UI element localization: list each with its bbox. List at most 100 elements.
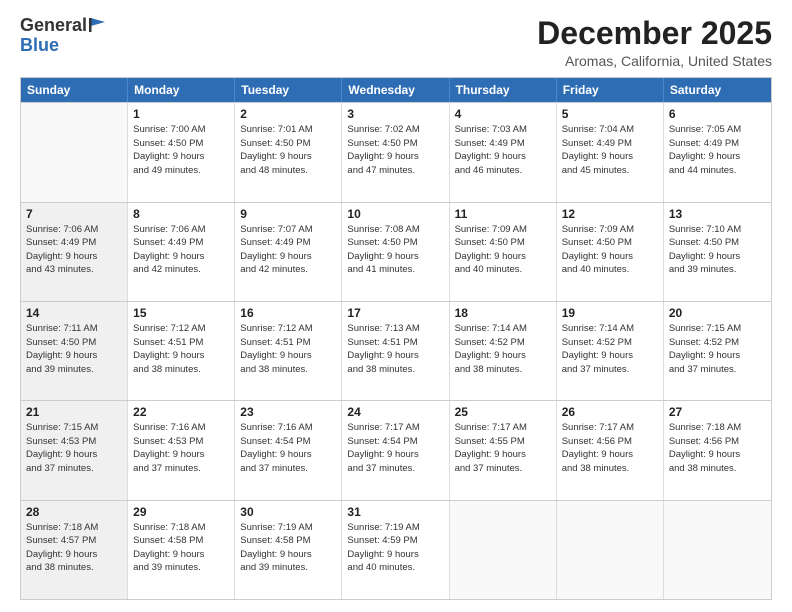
day-info: Sunrise: 7:18 AM Sunset: 4:56 PM Dayligh… bbox=[669, 422, 741, 474]
page: General Blue December 2025 Aromas, Calif… bbox=[0, 0, 792, 612]
day-info: Sunrise: 7:14 AM Sunset: 4:52 PM Dayligh… bbox=[455, 323, 527, 375]
day-info: Sunrise: 7:02 AM Sunset: 4:50 PM Dayligh… bbox=[347, 124, 419, 176]
day-number: 30 bbox=[240, 504, 336, 520]
day-info: Sunrise: 7:15 AM Sunset: 4:53 PM Dayligh… bbox=[26, 422, 98, 474]
day-cell-2: 2 Sunrise: 7:01 AM Sunset: 4:50 PM Daylig… bbox=[235, 103, 342, 201]
day-number: 4 bbox=[455, 106, 551, 122]
week-row-3: 14 Sunrise: 7:11 AM Sunset: 4:50 PM Dayli… bbox=[21, 301, 771, 400]
header: General Blue December 2025 Aromas, Calif… bbox=[20, 16, 772, 69]
day-cell-24: 24Sunrise: 7:17 AM Sunset: 4:54 PM Dayli… bbox=[342, 401, 449, 499]
day-cell-9: 9Sunrise: 7:07 AM Sunset: 4:49 PM Daylig… bbox=[235, 203, 342, 301]
day-cell-5: 5 Sunrise: 7:04 AM Sunset: 4:49 PM Daylig… bbox=[557, 103, 664, 201]
day-cell-7: 7 Sunrise: 7:06 AM Sunset: 4:49 PM Daylig… bbox=[21, 203, 128, 301]
day-number: 10 bbox=[347, 206, 443, 222]
logo-flag-icon bbox=[89, 18, 107, 32]
day-cell-20: 20 Sunrise: 7:15 AM Sunset: 4:52 PM Dayli… bbox=[664, 302, 771, 400]
header-day-monday: Monday bbox=[128, 78, 235, 102]
calendar-header: SundayMondayTuesdayWednesdayThursdayFrid… bbox=[21, 78, 771, 102]
day-cell-16: 16Sunrise: 7:12 AM Sunset: 4:51 PM Dayli… bbox=[235, 302, 342, 400]
week-row-4: 21 Sunrise: 7:15 AM Sunset: 4:53 PM Dayli… bbox=[21, 400, 771, 499]
empty-cell bbox=[557, 501, 664, 599]
day-cell-17: 17Sunrise: 7:13 AM Sunset: 4:51 PM Dayli… bbox=[342, 302, 449, 400]
title-block: December 2025 Aromas, California, United… bbox=[537, 16, 772, 69]
day-cell-1: 1 Sunrise: 7:00 AM Sunset: 4:50 PM Daylig… bbox=[128, 103, 235, 201]
day-info: Sunrise: 7:04 AM Sunset: 4:49 PM Dayligh… bbox=[562, 124, 634, 176]
day-number: 9 bbox=[240, 206, 336, 222]
day-number: 26 bbox=[562, 404, 658, 420]
empty-cell bbox=[450, 501, 557, 599]
day-cell-10: 10 Sunrise: 7:08 AM Sunset: 4:50 PM Dayli… bbox=[342, 203, 449, 301]
day-info: Sunrise: 7:00 AM Sunset: 4:50 PM Dayligh… bbox=[133, 124, 205, 176]
day-number: 14 bbox=[26, 305, 122, 321]
day-cell-11: 11 Sunrise: 7:09 AM Sunset: 4:50 PM Dayli… bbox=[450, 203, 557, 301]
day-info: Sunrise: 7:09 AM Sunset: 4:50 PM Dayligh… bbox=[455, 224, 527, 276]
header-day-friday: Friday bbox=[557, 78, 664, 102]
day-number: 21 bbox=[26, 404, 122, 420]
header-day-saturday: Saturday bbox=[664, 78, 771, 102]
day-cell-8: 8 Sunrise: 7:06 AM Sunset: 4:49 PM Daylig… bbox=[128, 203, 235, 301]
day-number: 22 bbox=[133, 404, 229, 420]
day-number: 23 bbox=[240, 404, 336, 420]
day-number: 1 bbox=[133, 106, 229, 122]
day-info: Sunrise: 7:06 AM Sunset: 4:49 PM Dayligh… bbox=[26, 224, 98, 276]
header-day-thursday: Thursday bbox=[450, 78, 557, 102]
week-row-2: 7 Sunrise: 7:06 AM Sunset: 4:49 PM Daylig… bbox=[21, 202, 771, 301]
empty-cell bbox=[21, 103, 128, 201]
day-cell-30: 30 Sunrise: 7:19 AM Sunset: 4:58 PM Dayli… bbox=[235, 501, 342, 599]
day-number: 16 bbox=[240, 305, 336, 321]
calendar: SundayMondayTuesdayWednesdayThursdayFrid… bbox=[20, 77, 772, 600]
day-info: Sunrise: 7:18 AM Sunset: 4:58 PM Dayligh… bbox=[133, 522, 205, 574]
day-number: 20 bbox=[669, 305, 766, 321]
day-cell-29: 29 Sunrise: 7:18 AM Sunset: 4:58 PM Dayli… bbox=[128, 501, 235, 599]
day-number: 8 bbox=[133, 206, 229, 222]
day-info: Sunrise: 7:05 AM Sunset: 4:49 PM Dayligh… bbox=[669, 124, 741, 176]
day-info: Sunrise: 7:16 AM Sunset: 4:53 PM Dayligh… bbox=[133, 422, 205, 474]
day-number: 13 bbox=[669, 206, 766, 222]
day-cell-27: 27 Sunrise: 7:18 AM Sunset: 4:56 PM Dayli… bbox=[664, 401, 771, 499]
day-cell-12: 12Sunrise: 7:09 AM Sunset: 4:50 PM Dayli… bbox=[557, 203, 664, 301]
day-number: 2 bbox=[240, 106, 336, 122]
week-row-5: 28Sunrise: 7:18 AM Sunset: 4:57 PM Dayli… bbox=[21, 500, 771, 599]
day-cell-6: 6 Sunrise: 7:05 AM Sunset: 4:49 PM Daylig… bbox=[664, 103, 771, 201]
day-number: 25 bbox=[455, 404, 551, 420]
day-cell-31: 31 Sunrise: 7:19 AM Sunset: 4:59 PM Dayli… bbox=[342, 501, 449, 599]
day-cell-21: 21 Sunrise: 7:15 AM Sunset: 4:53 PM Dayli… bbox=[21, 401, 128, 499]
empty-cell bbox=[664, 501, 771, 599]
day-cell-4: 4 Sunrise: 7:03 AM Sunset: 4:49 PM Daylig… bbox=[450, 103, 557, 201]
day-info: Sunrise: 7:14 AM Sunset: 4:52 PM Dayligh… bbox=[562, 323, 634, 375]
day-cell-15: 15 Sunrise: 7:12 AM Sunset: 4:51 PM Dayli… bbox=[128, 302, 235, 400]
day-number: 6 bbox=[669, 106, 766, 122]
day-info: Sunrise: 7:17 AM Sunset: 4:55 PM Dayligh… bbox=[455, 422, 527, 474]
logo-text: General bbox=[20, 16, 107, 36]
day-info: Sunrise: 7:03 AM Sunset: 4:49 PM Dayligh… bbox=[455, 124, 527, 176]
day-info: Sunrise: 7:06 AM Sunset: 4:49 PM Dayligh… bbox=[133, 224, 205, 276]
subtitle: Aromas, California, United States bbox=[537, 53, 772, 69]
logo: General Blue bbox=[20, 16, 107, 56]
day-number: 3 bbox=[347, 106, 443, 122]
logo-general: General bbox=[20, 15, 87, 35]
day-info: Sunrise: 7:01 AM Sunset: 4:50 PM Dayligh… bbox=[240, 124, 312, 176]
day-number: 7 bbox=[26, 206, 122, 222]
day-number: 5 bbox=[562, 106, 658, 122]
day-number: 15 bbox=[133, 305, 229, 321]
day-info: Sunrise: 7:11 AM Sunset: 4:50 PM Dayligh… bbox=[26, 323, 98, 375]
day-info: Sunrise: 7:17 AM Sunset: 4:56 PM Dayligh… bbox=[562, 422, 634, 474]
day-cell-26: 26 Sunrise: 7:17 AM Sunset: 4:56 PM Dayli… bbox=[557, 401, 664, 499]
day-info: Sunrise: 7:15 AM Sunset: 4:52 PM Dayligh… bbox=[669, 323, 741, 375]
day-cell-19: 19 Sunrise: 7:14 AM Sunset: 4:52 PM Dayli… bbox=[557, 302, 664, 400]
day-info: Sunrise: 7:12 AM Sunset: 4:51 PM Dayligh… bbox=[133, 323, 205, 375]
day-number: 28 bbox=[26, 504, 122, 520]
day-info: Sunrise: 7:19 AM Sunset: 4:58 PM Dayligh… bbox=[240, 522, 312, 574]
day-number: 31 bbox=[347, 504, 443, 520]
day-info: Sunrise: 7:17 AM Sunset: 4:54 PM Dayligh… bbox=[347, 422, 419, 474]
day-number: 29 bbox=[133, 504, 229, 520]
day-number: 11 bbox=[455, 206, 551, 222]
day-number: 17 bbox=[347, 305, 443, 321]
day-info: Sunrise: 7:08 AM Sunset: 4:50 PM Dayligh… bbox=[347, 224, 419, 276]
day-info: Sunrise: 7:19 AM Sunset: 4:59 PM Dayligh… bbox=[347, 522, 419, 574]
day-cell-28: 28Sunrise: 7:18 AM Sunset: 4:57 PM Dayli… bbox=[21, 501, 128, 599]
header-day-sunday: Sunday bbox=[21, 78, 128, 102]
day-number: 27 bbox=[669, 404, 766, 420]
day-number: 19 bbox=[562, 305, 658, 321]
day-cell-3: 3 Sunrise: 7:02 AM Sunset: 4:50 PM Daylig… bbox=[342, 103, 449, 201]
